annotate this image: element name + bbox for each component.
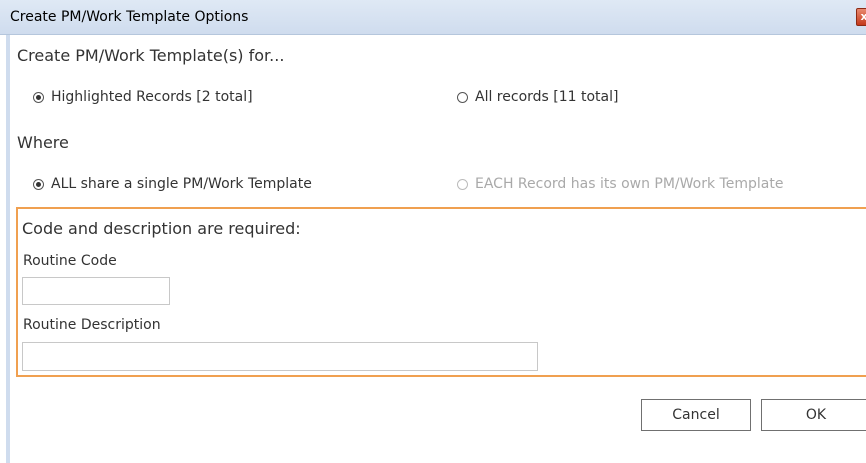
routine-code-input[interactable] (22, 277, 170, 305)
radio-selected-icon (33, 178, 44, 190)
dialog-left-border (0, 35, 10, 463)
dialog-titlebar: Create PM/Work Template Options x (0, 0, 866, 35)
ok-button[interactable]: OK (761, 399, 866, 431)
radio-each-record-own: EACH Record has its own PM/Work Template (457, 176, 783, 192)
routine-description-input[interactable] (22, 342, 538, 371)
radio-selected-icon (33, 91, 44, 103)
radio-highlighted-records-label: Highlighted Records [2 total] (51, 89, 253, 105)
radio-all-records-label: All records [11 total] (475, 89, 619, 105)
radio-disabled-icon (457, 178, 468, 190)
required-heading: Code and description are required: (22, 219, 301, 238)
radio-highlighted-records[interactable]: Highlighted Records [2 total] (33, 89, 253, 105)
radio-all-share-single[interactable]: ALL share a single PM/Work Template (33, 176, 312, 192)
radio-all-records[interactable]: All records [11 total] (457, 89, 618, 105)
close-icon[interactable]: x (856, 8, 866, 26)
radio-unselected-icon (457, 91, 468, 103)
radio-each-record-own-label: EACH Record has its own PM/Work Template (475, 176, 784, 192)
routine-description-label: Routine Description (23, 317, 161, 333)
radio-all-share-single-label: ALL share a single PM/Work Template (51, 176, 312, 192)
where-heading: Where (17, 133, 69, 152)
dialog-title: Create PM/Work Template Options (10, 9, 249, 25)
cancel-button[interactable]: Cancel (641, 399, 751, 431)
create-for-heading: Create PM/Work Template(s) for... (17, 46, 285, 65)
routine-code-label: Routine Code (23, 253, 117, 269)
